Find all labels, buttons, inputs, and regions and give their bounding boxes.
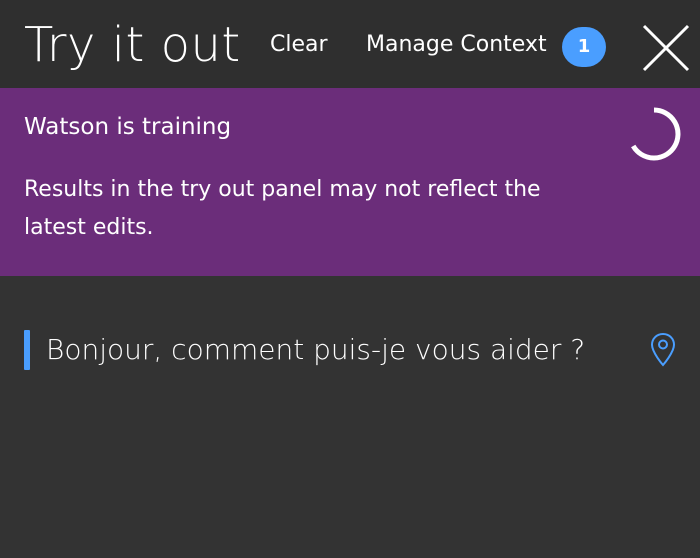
message-text: Bonjour, comment puis-je vous aider ?	[46, 333, 586, 366]
close-button[interactable]	[640, 22, 692, 74]
location-pin-icon[interactable]	[650, 332, 676, 368]
panel-title: Try it out	[24, 17, 241, 73]
training-banner: Watson is training Results in the try ou…	[0, 88, 700, 276]
spinner-icon	[631, 107, 681, 161]
context-count-badge[interactable]: 1	[562, 27, 606, 67]
panel-header: Try it out Clear Manage Context 1	[0, 0, 700, 88]
try-it-out-panel: Try it out Clear Manage Context 1 Watson…	[0, 0, 700, 558]
manage-context-button[interactable]: Manage Context	[366, 30, 547, 60]
assistant-message: Bonjour, comment puis-je vous aider ?	[24, 330, 676, 370]
banner-message: Results in the try out panel may not ref…	[24, 177, 541, 240]
close-icon	[642, 24, 690, 72]
banner-title: Watson is training	[24, 114, 232, 140]
message-accent-bar	[24, 330, 30, 370]
manage-context-label: Manage Context	[366, 32, 547, 57]
clear-button[interactable]: Clear	[270, 30, 328, 60]
